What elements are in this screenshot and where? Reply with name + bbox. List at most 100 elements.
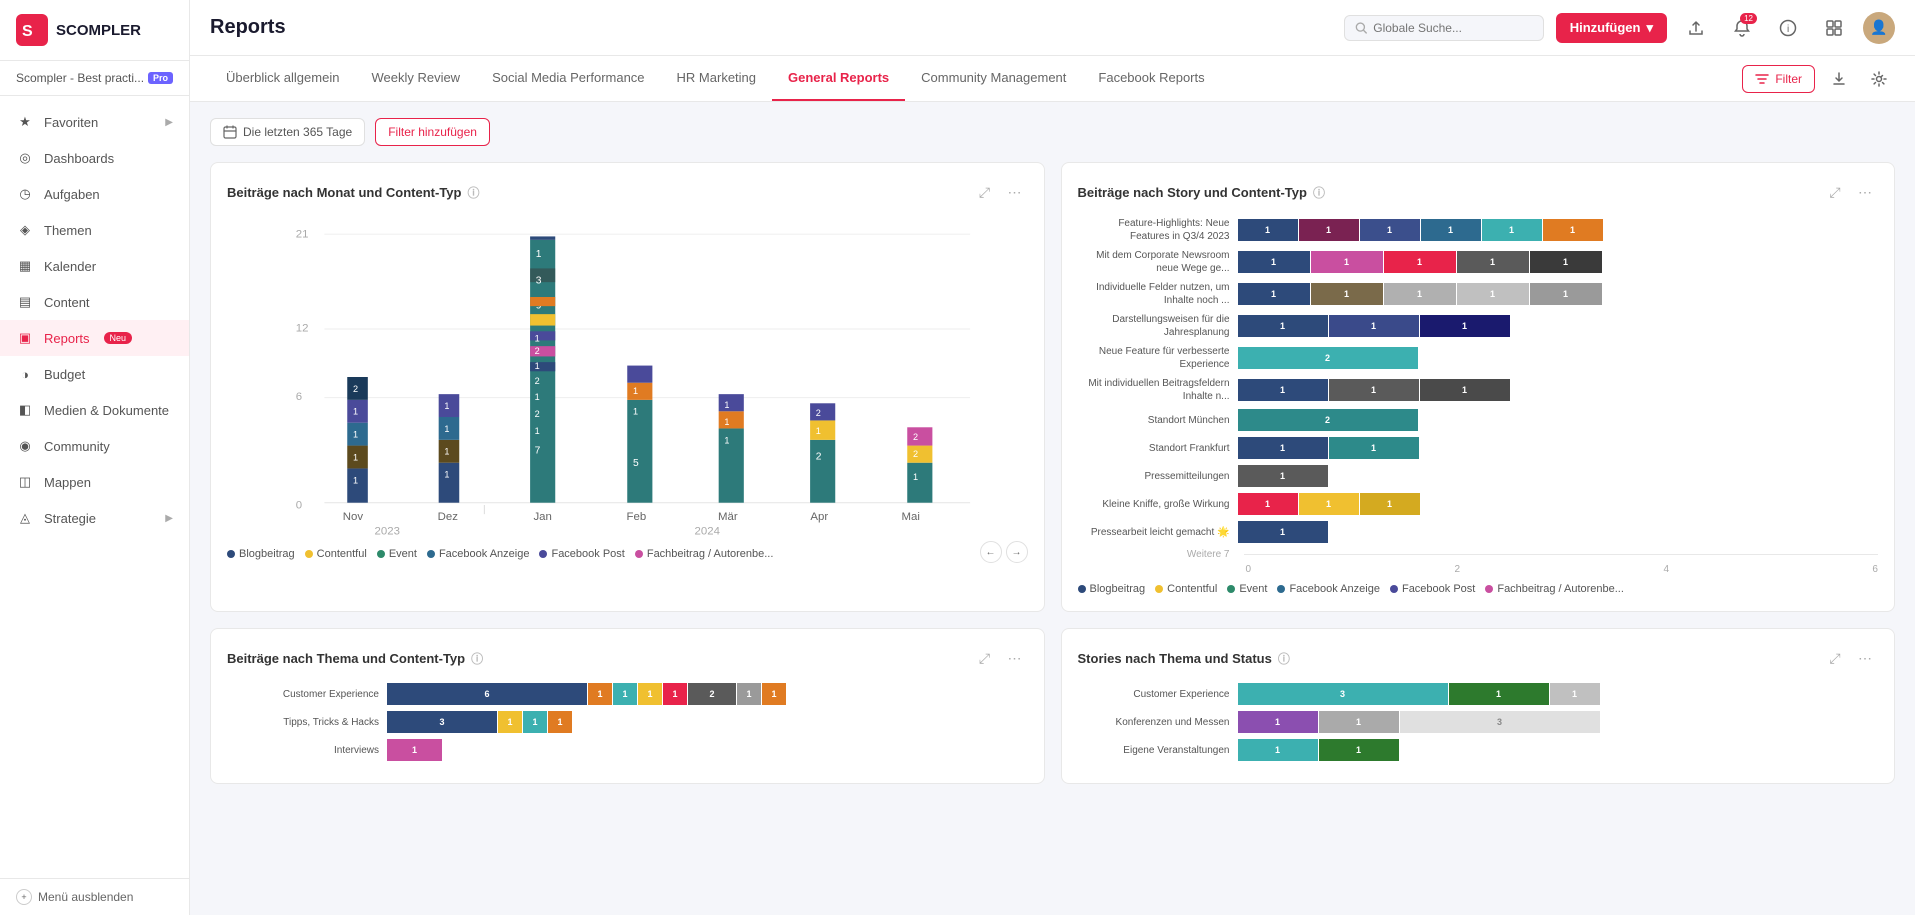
story-bars-6: 1 1 1 <box>1238 379 1879 401</box>
add-filter-button[interactable]: Filter hinzufügen <box>375 118 490 146</box>
story-seg-2-4: 1 <box>1457 251 1529 273</box>
search-input[interactable] <box>1373 21 1532 35</box>
top-header: Reports Hinzufügen ▾ 12 i 👤 <box>190 0 1915 56</box>
chart4-expand-button[interactable]: ⤢ <box>1822 645 1848 671</box>
theme-seg-1-8: 1 <box>762 683 786 705</box>
tab-weekly[interactable]: Weekly Review <box>355 56 476 101</box>
stories-row-2: Konferenzen und Messen 1 1 3 <box>1078 711 1879 733</box>
legend-label-fb-post: Facebook Post <box>551 548 624 560</box>
sidebar-item-themen[interactable]: ◈ Themen <box>0 212 189 248</box>
tab-social[interactable]: Social Media Performance <box>476 56 660 101</box>
stories-seg-3-2: 1 <box>1319 739 1399 761</box>
feb-val1: 1 <box>633 407 638 417</box>
nov-val2: 1 <box>353 452 358 462</box>
story-seg-6-2: 1 <box>1329 379 1419 401</box>
scompler-logo-icon: S <box>16 14 48 46</box>
apps-button[interactable] <box>1817 11 1851 45</box>
chart3-expand-button[interactable]: ⤢ <box>972 645 998 671</box>
sidebar-item-budget[interactable]: ◑ Budget <box>0 356 189 392</box>
nov-val5: 2 <box>353 384 358 394</box>
sidebar-item-community[interactable]: ◉ Community <box>0 428 189 464</box>
stories-seg-2-1: 1 <box>1238 711 1318 733</box>
chart2-actions: ⤢ ⋯ <box>1822 179 1878 205</box>
settings-button[interactable] <box>1863 63 1895 95</box>
sidebar-item-dashboards[interactable]: ◎ Dashboards <box>0 140 189 176</box>
logo-text: SCOMPLER <box>56 22 141 39</box>
legend-blogbeitrag: Blogbeitrag <box>227 548 295 560</box>
theme-bars-2: 3 1 1 1 <box>387 711 1028 733</box>
chart1-expand-button[interactable]: ⤢ <box>972 179 998 205</box>
jan-val-5: 1 <box>535 392 540 402</box>
chart1-scroll-right[interactable]: → <box>1006 541 1028 563</box>
chart2-dot-contentful <box>1155 585 1163 593</box>
sidebar-item-reports[interactable]: ▣ Reports Neu <box>0 320 189 356</box>
info-button[interactable]: i <box>1771 11 1805 45</box>
upload-button[interactable] <box>1679 11 1713 45</box>
mai-val3: 2 <box>913 432 918 442</box>
mappen-icon: ◫ <box>16 473 34 491</box>
sidebar-item-strategie[interactable]: ◬ Strategie ▶ <box>0 500 189 536</box>
chart4-info-icon[interactable]: ⓘ <box>1278 650 1290 667</box>
chart3-info-icon[interactable]: ⓘ <box>471 650 483 667</box>
info-icon: i <box>1779 19 1797 37</box>
story-row-5: Neue Feature für verbesserte Experience … <box>1078 345 1879 371</box>
jan-label: Jan <box>533 511 551 523</box>
chart1-title: Beiträge nach Monat und Content-Typ ⓘ <box>227 184 480 201</box>
hide-menu-button[interactable]: + Menü ausblenden <box>0 878 189 915</box>
story-label-2: Mit dem Corporate Newsroom neue Wege ge.… <box>1078 249 1238 275</box>
content-area: Die letzten 365 Tage Filter hinzufügen B… <box>190 102 1915 915</box>
chart1-scroll-left[interactable]: ← <box>980 541 1002 563</box>
story-row-2: Mit dem Corporate Newsroom neue Wege ge.… <box>1078 249 1879 275</box>
tab-facebook[interactable]: Facebook Reports <box>1082 56 1220 101</box>
tab-community[interactable]: Community Management <box>905 56 1082 101</box>
date-filter[interactable]: Die letzten 365 Tage <box>210 118 365 146</box>
chart2-dot-fb-post <box>1390 585 1398 593</box>
story-seg-2-5: 1 <box>1530 251 1602 273</box>
notifications-button[interactable]: 12 <box>1725 11 1759 45</box>
theme-seg-1-5: 1 <box>663 683 687 705</box>
chart1-info-icon[interactable]: ⓘ <box>467 184 479 201</box>
y-label-0: 0 <box>296 499 302 511</box>
story-row-11: Pressearbeit leicht gemacht 🌟 1 <box>1078 521 1879 543</box>
feb-val3: 5 <box>633 458 639 469</box>
chart2-title: Beiträge nach Story und Content-Typ ⓘ <box>1078 184 1325 201</box>
sidebar-item-kalender[interactable]: ▦ Kalender <box>0 248 189 284</box>
story-row-3: Individuelle Felder nutzen, um Inhalte n… <box>1078 281 1879 307</box>
sidebar-item-aufgaben[interactable]: ◷ Aufgaben <box>0 176 189 212</box>
tab-hr[interactable]: HR Marketing <box>661 56 772 101</box>
chart1-menu-button[interactable]: ⋯ <box>1002 179 1028 205</box>
sidebar-item-medien[interactable]: ◧ Medien & Dokumente <box>0 392 189 428</box>
sidebar-item-content[interactable]: ▤ Content <box>0 284 189 320</box>
export-button[interactable] <box>1823 63 1855 95</box>
chart2-info-icon[interactable]: ⓘ <box>1313 184 1325 201</box>
upload-icon <box>1687 19 1705 37</box>
sub-header: Überblick allgemein Weekly Review Social… <box>190 56 1915 102</box>
global-search[interactable] <box>1344 15 1544 41</box>
tab-uberblick[interactable]: Überblick allgemein <box>210 56 355 101</box>
jan-bar-top1 <box>530 236 555 239</box>
chart-stories-thema: Stories nach Thema und Status ⓘ ⤢ ⋯ Cust… <box>1061 628 1896 784</box>
filter-button[interactable]: Filter <box>1742 65 1815 93</box>
chart4-menu-button[interactable]: ⋯ <box>1852 645 1878 671</box>
workspace-area[interactable]: Scompler - Best practi... Pro <box>0 61 189 96</box>
story-label-4: Darstellungsweisen für die Jahresplanung <box>1078 313 1238 339</box>
y-label-21: 21 <box>296 229 309 241</box>
story-seg-6-1: 1 <box>1238 379 1328 401</box>
stories-bars-1: 3 1 1 <box>1238 683 1879 705</box>
logo-area[interactable]: S SCOMPLER <box>0 0 189 61</box>
sidebar-label-dashboards: Dashboards <box>44 151 114 166</box>
tab-general[interactable]: General Reports <box>772 56 905 101</box>
legend-dot-fb-post <box>539 550 547 558</box>
sidebar-item-favoriten[interactable]: ★ Favoriten ▶ <box>0 104 189 140</box>
user-avatar[interactable]: 👤 <box>1863 12 1895 44</box>
story-row-1: Feature-Highlights: Neue Features in Q3/… <box>1078 217 1879 243</box>
header-actions: Hinzufügen ▾ 12 i 👤 <box>1344 11 1895 45</box>
chart2-menu-button[interactable]: ⋯ <box>1852 179 1878 205</box>
story-label-5: Neue Feature für verbesserte Experience <box>1078 345 1238 371</box>
add-button[interactable]: Hinzufügen ▾ <box>1556 13 1667 43</box>
sidebar-item-mappen[interactable]: ◫ Mappen <box>0 464 189 500</box>
medien-icon: ◧ <box>16 401 34 419</box>
chart3-menu-button[interactable]: ⋯ <box>1002 645 1028 671</box>
chart2-expand-button[interactable]: ⤢ <box>1822 179 1848 205</box>
story-seg-2-3: 1 <box>1384 251 1456 273</box>
